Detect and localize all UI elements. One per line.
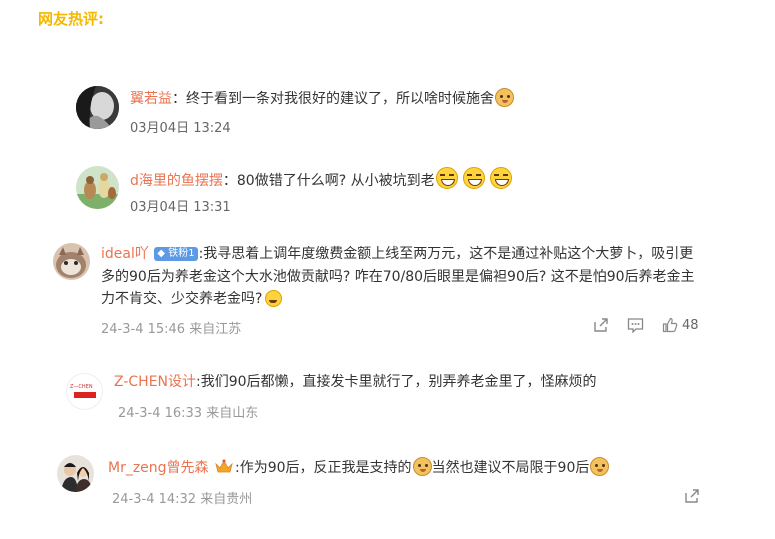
username[interactable]: 翼若益	[130, 91, 172, 107]
comment-text-b: 当然也建议不局限于90后	[431, 460, 590, 476]
doge-icon	[590, 457, 610, 476]
timestamp: 03月04日 13:24	[130, 121, 231, 136]
avatar-image	[76, 166, 119, 209]
separator: ：	[222, 173, 237, 189]
comment-line-2: 多的90后为养老金这个大水池做贡献吗? 咋在70/80后眼里是偏袒90后? 这不…	[101, 269, 695, 285]
comment-line-3: 力不肯交、少交养老金吗?	[101, 291, 263, 307]
fan-badge-label: 铁粉1	[168, 248, 195, 259]
comment-text: 终于看到一条对我很好的建议了，所以啥时候施舍	[186, 91, 494, 107]
avatar[interactable]: Z—CHEN	[66, 373, 103, 410]
laugh-icon	[489, 167, 512, 189]
avatar-image	[57, 455, 94, 492]
laugh-icon	[435, 167, 458, 189]
share-icon[interactable]	[593, 317, 609, 333]
avatar[interactable]	[53, 243, 90, 280]
comment-line-1: :我寻思着上调年度缴费金额上线至两万元，这不是通过补贴这个大萝卜，吸引更	[198, 246, 694, 262]
crown-icon	[215, 459, 233, 473]
timestamp: 24-3-4 16:33 来自山东	[118, 406, 259, 421]
doge-icon	[495, 88, 514, 107]
separator: ：	[172, 91, 186, 107]
avatar-image	[53, 243, 90, 280]
username[interactable]: Mr_zeng曾先森	[108, 460, 209, 476]
timestamp: 03月04日 13:31	[130, 200, 231, 215]
username[interactable]: ideal吖	[101, 246, 149, 262]
doge-icon	[412, 457, 432, 476]
comment-text: :我们90后都懒，直接发卡里就行了，别弄养老金里了，怪麻烦的	[196, 374, 597, 390]
like-icon[interactable]	[662, 317, 678, 333]
username[interactable]: d海里的鱼摆摆	[130, 173, 223, 189]
comment-icon[interactable]	[627, 317, 644, 333]
comment-text-a: :作为90后，反正我是支持的	[235, 460, 412, 476]
username[interactable]: Z-CHEN设计	[114, 374, 196, 390]
timestamp: 24-3-4 14:32 来自贵州	[112, 492, 253, 507]
timestamp: 24-3-4 15:46 来自江苏	[101, 322, 242, 337]
avatar[interactable]	[76, 86, 119, 129]
avatar-logo-text: Z—CHEN	[70, 384, 93, 390]
share-icon[interactable]	[684, 488, 700, 504]
like-count: 48	[682, 317, 699, 333]
diamond-icon: ◆	[157, 248, 166, 259]
comment-text: 80做错了什么啊? 从小被坑到老	[236, 173, 435, 189]
section-title: 网友热评:	[38, 10, 104, 28]
avatar[interactable]	[57, 455, 94, 492]
fan-badge[interactable]: ◆ 铁粉1	[154, 247, 198, 261]
avatar[interactable]	[76, 166, 119, 209]
sweat-smile-icon	[265, 290, 283, 307]
avatar-image	[76, 86, 119, 129]
laugh-icon	[462, 167, 485, 189]
avatar-logo-mark	[74, 392, 96, 398]
